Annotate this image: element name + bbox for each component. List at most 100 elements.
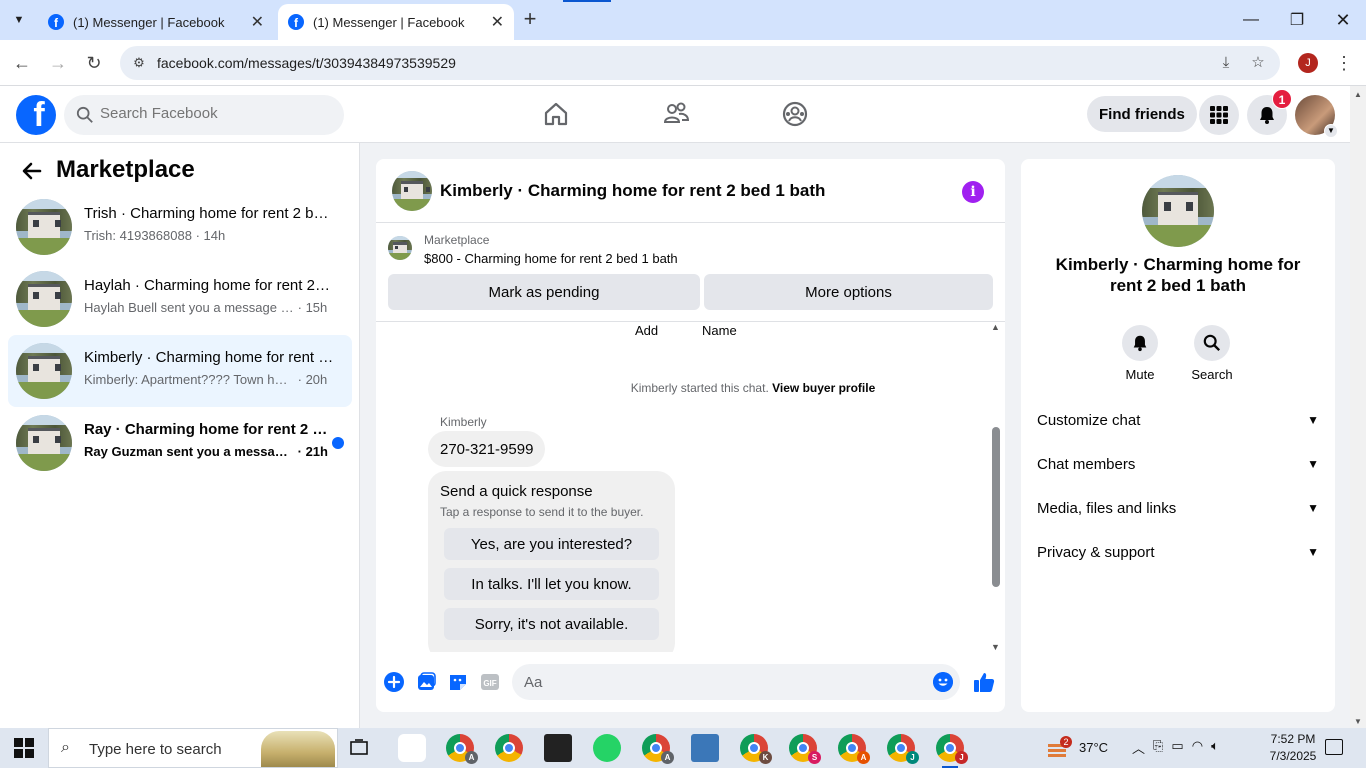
back-icon[interactable]: ← bbox=[10, 51, 34, 75]
conversation-item[interactable]: Trish · Charming home for rent 2 bed 1 b… bbox=[8, 191, 352, 263]
snipping-tool-icon[interactable] bbox=[398, 734, 426, 762]
reload-icon[interactable]: ↻ bbox=[82, 51, 106, 75]
menu-button[interactable] bbox=[1199, 95, 1239, 135]
wifi-icon[interactable]: ◠ bbox=[1192, 738, 1203, 757]
conversation-name: Trish · Charming home for rent 2 bed 1 b… bbox=[84, 205, 334, 222]
new-tab-icon[interactable]: + bbox=[518, 8, 542, 32]
browser-tab-2-active[interactable]: f (1) Messenger | Facebook ✕ bbox=[278, 4, 514, 40]
taskbar-search-box[interactable]: ⌕ Type here to search bbox=[48, 728, 338, 768]
find-friends-button[interactable]: Find friends bbox=[1087, 96, 1197, 132]
message-input[interactable]: Aa bbox=[512, 664, 960, 700]
mute-button[interactable]: Mute bbox=[1110, 325, 1170, 382]
info-icon[interactable]: i bbox=[962, 181, 984, 203]
search-circle[interactable] bbox=[1194, 325, 1230, 361]
install-app-icon[interactable]: ⤓ bbox=[1216, 53, 1236, 73]
facebook-header: f Find friends 1 ▼ bbox=[0, 86, 1350, 143]
chrome-profile-icon[interactable]: J bbox=[887, 734, 919, 764]
browser-tab-1[interactable]: f (1) Messenger | Facebook ✕ bbox=[38, 4, 274, 40]
chrome-profile-icon[interactable]: S bbox=[789, 734, 821, 764]
chrome-profile-icon[interactable]: A bbox=[446, 734, 478, 764]
task-view-icon[interactable] bbox=[349, 738, 369, 758]
conversation-item-active[interactable]: Kimberly · Charming home for rent 2 bed … bbox=[8, 335, 352, 407]
conversation-item-unread[interactable]: Ray · Charming home for rent 2 bed 1 bat… bbox=[8, 407, 352, 479]
chat-members-section[interactable]: Chat members ▼ bbox=[1037, 452, 1319, 476]
address-bar[interactable]: ⚙ facebook.com/messages/t/30394384973539… bbox=[120, 46, 1280, 80]
chrome-profile-icon-active[interactable]: J bbox=[936, 734, 968, 764]
photos-icon[interactable] bbox=[691, 734, 719, 762]
close-tab-icon[interactable]: ✕ bbox=[251, 12, 264, 32]
meet-now-icon[interactable]: ⎘ bbox=[1153, 738, 1163, 757]
search-in-chat-button[interactable]: Search bbox=[1182, 325, 1242, 382]
browser-menu-icon[interactable]: ⋮ bbox=[1334, 51, 1354, 75]
restore-window-icon[interactable]: ❐ bbox=[1274, 0, 1320, 40]
customize-chat-section[interactable]: Customize chat ▼ bbox=[1037, 408, 1319, 432]
conversation-name: Haylah · Charming home for rent 2 bed 1 … bbox=[84, 277, 334, 294]
bookmark-star-icon[interactable]: ☆ bbox=[1248, 53, 1268, 73]
forward-icon[interactable]: → bbox=[46, 51, 70, 75]
facebook-logo-icon[interactable]: f bbox=[16, 95, 56, 135]
thumbs-up-icon[interactable] bbox=[972, 670, 996, 694]
close-tab-icon[interactable]: ✕ bbox=[491, 12, 504, 32]
mute-circle[interactable] bbox=[1122, 325, 1158, 361]
message-area[interactable]: Add Name Kimberly started this chat. Vie… bbox=[376, 322, 1005, 652]
site-info-icon[interactable]: ⚙ bbox=[130, 54, 148, 72]
listing-photo[interactable] bbox=[1142, 175, 1214, 247]
message-bubble[interactable]: 270-321-9599 bbox=[428, 431, 546, 467]
sticky-notes-icon[interactable] bbox=[544, 734, 572, 762]
facebook-favicon-icon: f bbox=[288, 14, 304, 30]
temperature[interactable]: 37°C bbox=[1079, 740, 1108, 755]
system-clock[interactable]: 7:52 PM 7/3/2025 bbox=[1263, 731, 1323, 765]
whatsapp-icon[interactable] bbox=[593, 734, 621, 762]
chat-title[interactable]: Kimberly · Charming home for rent 2 bed … bbox=[440, 181, 825, 201]
back-arrow-icon[interactable] bbox=[20, 159, 44, 183]
close-window-icon[interactable]: ✕ bbox=[1320, 0, 1366, 40]
volume-icon[interactable]: 🔈︎ bbox=[1211, 738, 1219, 757]
gallery-icon[interactable] bbox=[415, 671, 437, 693]
minimize-window-icon[interactable]: — bbox=[1228, 0, 1274, 40]
bell-icon bbox=[1260, 107, 1274, 124]
conversation-list-panel: Marketplace Trish · Charming home for re… bbox=[0, 143, 360, 728]
friends-icon[interactable] bbox=[662, 100, 690, 128]
page-scrollbar[interactable]: ▲ ▼ bbox=[1350, 86, 1366, 728]
account-avatar[interactable]: ▼ bbox=[1295, 95, 1338, 138]
chat-thumbnail[interactable] bbox=[392, 171, 432, 211]
quick-response-button[interactable]: Yes, are you interested? bbox=[444, 528, 659, 560]
tab-search-chevron-icon[interactable]: ▼ bbox=[6, 8, 32, 32]
chrome-profile-icon[interactable]: A bbox=[838, 734, 870, 764]
quick-response-button[interactable]: Sorry, it's not available. bbox=[444, 608, 659, 640]
scrollbar-thumb[interactable] bbox=[992, 427, 1000, 587]
listing-thumbnail bbox=[16, 271, 72, 327]
windows-start-icon[interactable] bbox=[14, 738, 34, 758]
listing-title[interactable]: $800 - Charming home for rent 2 bed 1 ba… bbox=[424, 251, 678, 266]
browser-profile-avatar[interactable]: J bbox=[1298, 53, 1318, 73]
sticker-icon[interactable] bbox=[447, 671, 469, 693]
scroll-down-icon[interactable]: ▼ bbox=[991, 642, 1000, 652]
scroll-down-icon[interactable]: ▼ bbox=[1354, 717, 1362, 726]
plus-circle-icon[interactable] bbox=[383, 671, 405, 693]
chrome-profile-icon[interactable]: K bbox=[740, 734, 772, 764]
view-buyer-profile-link[interactable]: View buyer profile bbox=[772, 381, 875, 395]
more-options-button[interactable]: More options bbox=[704, 274, 993, 310]
conversation-item[interactable]: Haylah · Charming home for rent 2 bed 1 … bbox=[8, 263, 352, 335]
message-scrollbar[interactable]: ▲ ▼ bbox=[990, 322, 1002, 652]
conversation-name: Ray · Charming home for rent 2 bed 1 bat… bbox=[84, 421, 334, 438]
chevron-up-icon[interactable]: ︿ bbox=[1132, 738, 1145, 757]
battery-icon[interactable]: ▭ bbox=[1171, 738, 1183, 757]
gif-icon[interactable]: GIF bbox=[479, 671, 501, 693]
media-files-links-section[interactable]: Media, files and links ▼ bbox=[1037, 496, 1319, 520]
search-icon bbox=[76, 106, 93, 123]
facebook-search-input[interactable] bbox=[100, 105, 330, 122]
scroll-up-icon[interactable]: ▲ bbox=[1354, 90, 1362, 99]
quick-response-button[interactable]: In talks. I'll let you know. bbox=[444, 568, 659, 600]
groups-icon[interactable] bbox=[781, 100, 809, 128]
chrome-profile-icon[interactable]: A bbox=[642, 734, 674, 764]
mark-as-pending-button[interactable]: Mark as pending bbox=[388, 274, 700, 310]
emoji-icon[interactable] bbox=[933, 672, 953, 692]
scroll-up-icon[interactable]: ▲ bbox=[991, 322, 1000, 332]
url-text[interactable]: facebook.com/messages/t/3039438497353952… bbox=[157, 55, 456, 71]
privacy-support-section[interactable]: Privacy & support ▼ bbox=[1037, 540, 1319, 564]
notification-center-icon[interactable] bbox=[1325, 739, 1343, 755]
home-icon[interactable] bbox=[542, 100, 570, 128]
chrome-icon[interactable] bbox=[495, 734, 523, 762]
facebook-search-box[interactable] bbox=[64, 95, 344, 135]
